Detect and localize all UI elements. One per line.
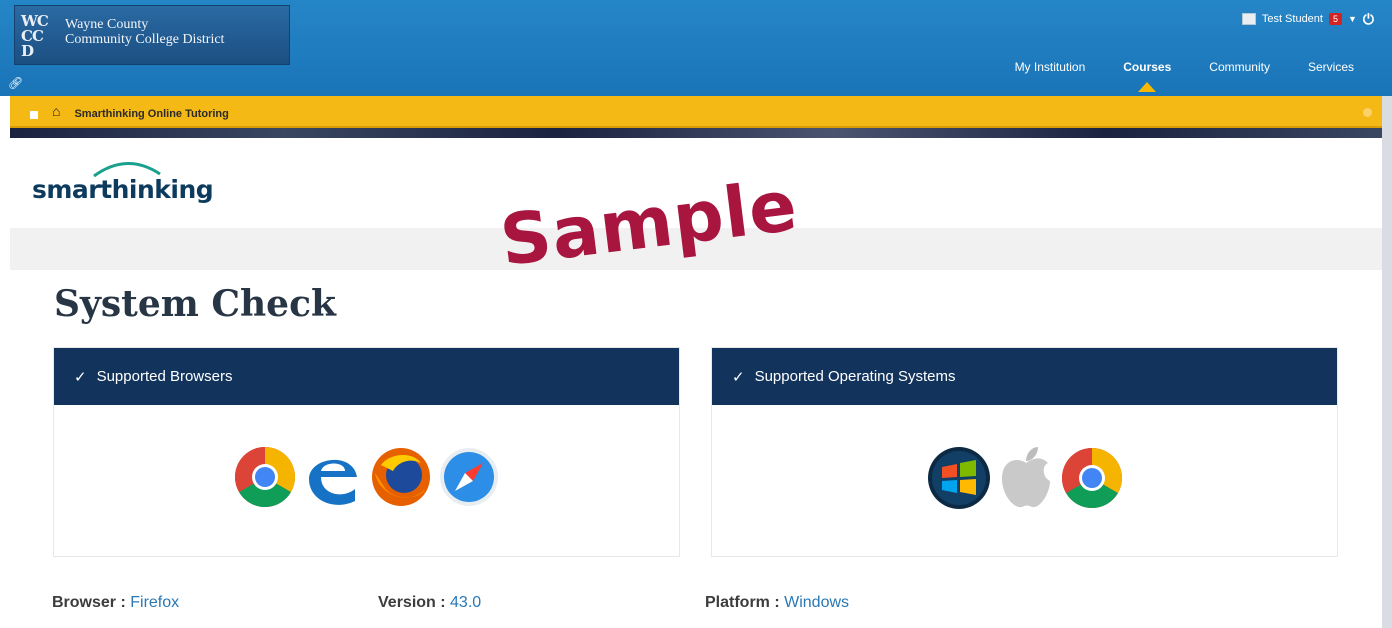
breadcrumb: ⌂ Smarthinking Online Tutoring xyxy=(10,96,1382,128)
version-info: Version : 43.0 xyxy=(378,594,481,612)
supported-browsers-panel: ✓ Supported Browsers xyxy=(53,347,680,557)
page-title: System Check xyxy=(54,283,336,325)
panel-heading: Supported Browsers xyxy=(96,368,233,385)
user-avatar-icon xyxy=(1241,13,1256,25)
browser-info: Browser : Firefox xyxy=(52,594,179,612)
os-icons xyxy=(712,445,1337,511)
browser-icons xyxy=(54,445,679,509)
home-icon[interactable]: ⌂ xyxy=(52,103,60,119)
content-divider xyxy=(10,128,1382,138)
chevron-down-icon[interactable]: ▼ xyxy=(1348,14,1357,24)
institution-name: Wayne County Community College District xyxy=(65,17,225,47)
version-value: 43.0 xyxy=(450,594,482,611)
supported-os-panel: ✓ Supported Operating Systems xyxy=(711,347,1338,557)
edge-icon xyxy=(308,459,357,505)
panel-heading: Supported Operating Systems xyxy=(754,368,956,385)
check-icon: ✓ xyxy=(732,368,745,386)
smarthinking-logo: smarthinking xyxy=(32,175,214,204)
apple-icon xyxy=(1001,447,1050,508)
panel-header: ✓ Supported Browsers xyxy=(54,348,679,405)
logout-power-icon[interactable]: ⏻ xyxy=(1363,11,1374,28)
platform-info: Platform : Windows xyxy=(705,594,849,612)
check-icon: ✓ xyxy=(74,368,87,386)
menu-toggle-icon[interactable] xyxy=(30,111,38,119)
wcccd-logo-mark: WC CC D xyxy=(21,11,49,60)
notification-badge[interactable]: 5 xyxy=(1328,13,1342,25)
panel-header: ✓ Supported Operating Systems xyxy=(712,348,1337,405)
browser-label: Browser : xyxy=(52,594,126,611)
scrollbar-track[interactable] xyxy=(1382,96,1392,628)
nav-community[interactable]: Community xyxy=(1209,60,1270,74)
link-icon[interactable]: 🔗︎ xyxy=(8,76,23,90)
top-header: WC CC D Wayne County Community College D… xyxy=(0,0,1392,96)
windows-icon xyxy=(927,447,990,509)
chrome-os-icon xyxy=(1061,448,1122,509)
nav-services[interactable]: Services xyxy=(1308,60,1354,74)
user-menu[interactable]: Test Student 5 ▼ ⏻ xyxy=(1241,10,1374,28)
chrome-icon xyxy=(234,447,295,508)
version-label: Version : xyxy=(378,594,446,611)
nav-courses[interactable]: Courses xyxy=(1123,60,1171,92)
nav-my-institution[interactable]: My Institution xyxy=(1015,60,1086,74)
breadcrumb-action-icon[interactable] xyxy=(1363,108,1372,117)
main-nav: My Institution Courses Community Service… xyxy=(1015,60,1354,92)
user-name[interactable]: Test Student xyxy=(1262,13,1323,25)
firefox-icon xyxy=(371,448,430,506)
platform-label: Platform : xyxy=(705,594,780,611)
platform-value: Windows xyxy=(784,594,850,611)
breadcrumb-title[interactable]: Smarthinking Online Tutoring xyxy=(74,108,228,120)
institution-logo[interactable]: WC CC D Wayne County Community College D… xyxy=(14,5,290,65)
browser-value: Firefox xyxy=(130,594,180,611)
safari-icon xyxy=(439,448,498,506)
